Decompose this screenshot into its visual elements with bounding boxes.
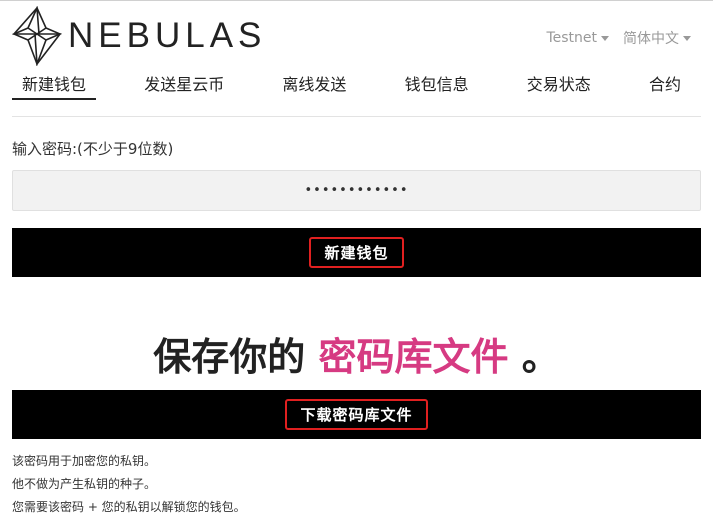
heading-highlight: 密码库文件 — [318, 335, 509, 379]
language-dropdown[interactable]: 简体中文 — [623, 28, 691, 48]
info-line: 该密码用于加密您的私钥。 — [12, 454, 157, 468]
language-dropdown-label: 简体中文 — [623, 31, 679, 47]
save-keystore-heading: 保存你的 密码库文件 。 — [0, 326, 713, 381]
network-dropdown[interactable]: Testnet — [546, 28, 609, 48]
create-wallet-button-label: 新建钱包 — [309, 237, 404, 268]
top-border — [0, 0, 713, 1]
heading-suffix: 。 — [521, 335, 560, 379]
heading-prefix: 保存你的 — [153, 335, 306, 379]
header-controls: Testnet 简体中文 — [546, 28, 691, 48]
nav-item-contract[interactable]: 合约 — [639, 74, 691, 98]
password-input[interactable] — [12, 170, 701, 211]
download-keystore-button-label: 下载密码库文件 — [285, 399, 428, 430]
network-dropdown-label: Testnet — [546, 30, 597, 46]
create-wallet-button[interactable]: 新建钱包 — [12, 228, 701, 277]
nav-item-tx-status[interactable]: 交易状态 — [517, 74, 601, 98]
download-keystore-button[interactable]: 下载密码库文件 — [12, 390, 701, 439]
nebulas-logo-icon — [12, 6, 62, 66]
brand-logo[interactable]: NEBULAS — [12, 6, 266, 66]
brand-name: NEBULAS — [68, 16, 267, 55]
nav-item-wallet-info[interactable]: 钱包信息 — [395, 74, 479, 98]
chevron-down-icon — [601, 35, 609, 41]
nav-item-offline-send[interactable]: 离线发送 — [272, 74, 356, 98]
nav-divider — [12, 116, 701, 117]
chevron-down-icon — [683, 35, 691, 41]
main-nav: 新建钱包 发送星云币 离线发送 钱包信息 交易状态 合约 — [12, 74, 691, 100]
nav-item-new-wallet[interactable]: 新建钱包 — [12, 74, 97, 100]
info-line: 您需要该密码 + 您的私钥以解锁您的钱包。 — [12, 500, 246, 514]
nav-item-send-nas[interactable]: 发送星云币 — [134, 74, 234, 98]
info-line: 他不做为产生私钥的种子。 — [12, 477, 157, 491]
password-label: 输入密码:(不少于9位数) — [12, 140, 174, 158]
